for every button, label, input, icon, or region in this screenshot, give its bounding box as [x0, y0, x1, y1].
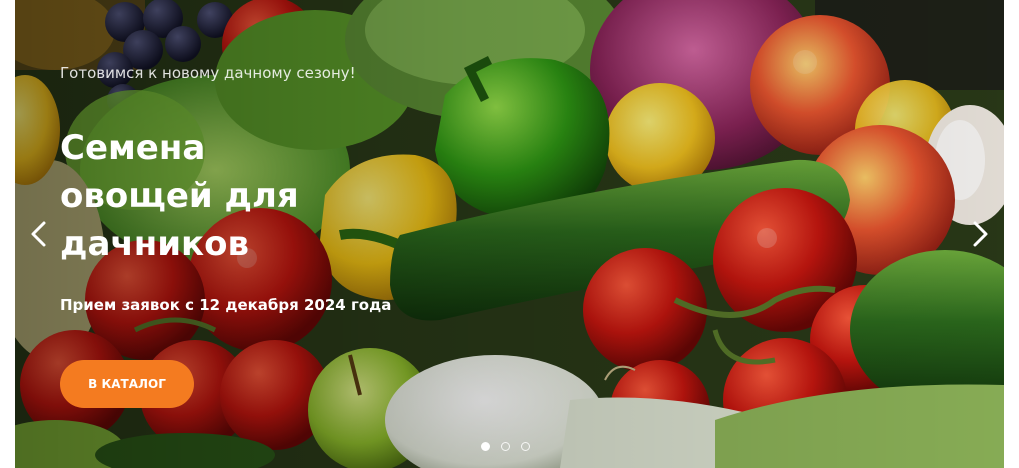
chevron-left-icon: [31, 221, 46, 247]
slide-title: Семена овощей для дачников: [60, 128, 299, 264]
slider-next-button[interactable]: [962, 216, 998, 252]
slider-dot-2[interactable]: [501, 441, 510, 451]
slide-subtitle: Готовимся к новому дачному сезону!: [60, 64, 356, 82]
hero-slider: Готовимся к новому дачному сезону! Семен…: [15, 0, 1004, 468]
slider-dot-3[interactable]: [521, 441, 530, 451]
slide-date-line: Прием заявок с 12 декабря 2024 года: [60, 296, 392, 314]
slider-prev-button[interactable]: [21, 216, 57, 252]
chevron-right-icon: [973, 221, 988, 247]
catalog-button[interactable]: В КАТАЛОГ: [60, 360, 194, 408]
slider-dot-1[interactable]: [481, 441, 490, 451]
slider-pagination: [481, 440, 530, 452]
